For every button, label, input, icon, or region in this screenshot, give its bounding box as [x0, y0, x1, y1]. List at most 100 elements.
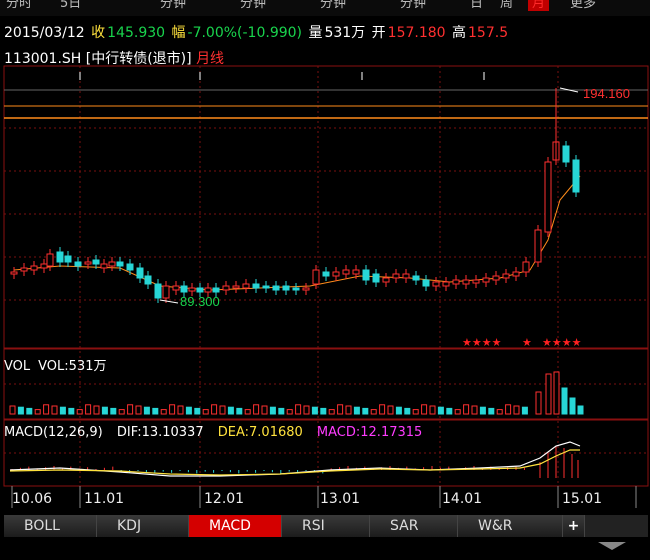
volume-bar: [101, 406, 108, 415]
volume-bar: [577, 405, 584, 415]
candle-body: [10, 271, 18, 275]
candle-body: [292, 287, 300, 291]
signal-stars-left: ★★★★: [462, 336, 502, 349]
volume-bar: [152, 407, 159, 415]
x-tick-label: 13.01: [320, 491, 361, 507]
price-average-lines: [13, 175, 581, 291]
candle-body: [372, 273, 380, 283]
candle-body: [180, 285, 188, 293]
volume-bar: [513, 405, 520, 415]
volume-bar: [412, 409, 419, 415]
candle-body: [20, 267, 28, 272]
tab-rsi[interactable]: RSI: [282, 515, 370, 537]
candle-body: [572, 159, 580, 193]
volume-bar: [337, 404, 344, 415]
volume-bar: [320, 407, 327, 415]
low-price-label: 89.300: [180, 294, 220, 309]
volume-bar: [110, 407, 117, 415]
chart-grid: [3, 65, 649, 508]
volume-bar: [454, 409, 461, 415]
volume-bar: [219, 405, 226, 415]
x-tick-label: 10.06: [12, 491, 53, 507]
volume-bar: [488, 407, 495, 415]
volume-bar: [553, 371, 560, 415]
volume-bar: [17, 406, 24, 415]
kline-chart[interactable]: 194.160 89.300 ★★★★ ★ ★★★★: [0, 0, 650, 560]
candle-body: [262, 285, 270, 289]
volume-bar: [261, 405, 268, 415]
candle-body: [136, 267, 144, 279]
volume-bar: [93, 405, 100, 415]
volume-bar: [328, 409, 335, 415]
volume-bar: [143, 406, 150, 415]
volume-bars: [9, 371, 584, 415]
volume-bar: [127, 404, 134, 415]
scroll-down-icon[interactable]: [598, 542, 626, 550]
volume-bar: [521, 406, 528, 415]
candle-body: [108, 261, 116, 267]
candle-body: [92, 259, 100, 265]
candle-body: [422, 279, 430, 287]
candle-body: [452, 279, 460, 285]
volume-bar: [387, 405, 394, 415]
tab-macd[interactable]: MACD: [189, 515, 282, 537]
volume-bar: [34, 409, 41, 415]
candle-body: [56, 251, 64, 263]
volume-bar: [51, 405, 58, 415]
dea-line: [9, 449, 580, 476]
tab-sar[interactable]: SAR: [370, 515, 458, 537]
candle-body: [352, 269, 360, 275]
candle-body: [402, 273, 410, 279]
candle-body: [272, 285, 280, 291]
volume-bar: [160, 409, 167, 415]
volume-bar: [118, 409, 125, 415]
macd-plot: [9, 441, 581, 478]
tab-boll[interactable]: BOLL: [4, 515, 97, 537]
dif-readout: DIF:13.10337: [116, 425, 204, 440]
candle-body: [302, 287, 310, 291]
high-price-label: 194.160: [583, 86, 630, 101]
macd-title: MACD(12,26,9): [4, 425, 103, 440]
candle-body: [232, 285, 240, 289]
candle-body: [116, 261, 124, 267]
volume-bar: [177, 405, 184, 415]
macd-readout: MACD:12.17315: [316, 425, 423, 440]
candle-body: [482, 277, 490, 283]
candle-body: [64, 255, 72, 263]
volume-bar: [135, 405, 142, 415]
x-tick-label: 12.01: [204, 491, 245, 507]
volume-bar: [437, 406, 444, 415]
volume-bar: [286, 409, 293, 415]
volume-bar: [362, 407, 369, 415]
candle-body: [382, 277, 390, 283]
candle-body: [412, 275, 420, 281]
volume-bar: [545, 373, 552, 415]
volume-bar: [269, 406, 276, 415]
candle-body: [342, 269, 350, 275]
candle-body: [512, 271, 520, 277]
candle-body: [312, 269, 320, 285]
volume-bar: [311, 406, 318, 415]
chart-annotations: 194.160 89.300 ★★★★ ★ ★★★★: [159, 86, 630, 349]
volume-bar: [471, 405, 478, 415]
tab-wr[interactable]: W&R: [458, 515, 563, 537]
volume-bar: [295, 404, 302, 415]
volume-bar: [421, 404, 428, 415]
candle-body: [188, 287, 196, 292]
candle-body: [172, 285, 180, 291]
volume-bar: [505, 404, 512, 415]
tab-kdj[interactable]: KDJ: [97, 515, 189, 537]
candle-body: [432, 281, 440, 287]
volume-bar: [211, 404, 218, 415]
indicator-tabs: BOLL KDJ MACD RSI SAR W&R +: [4, 515, 648, 537]
volume-readout: VOL:531万: [38, 359, 107, 374]
add-tab-button[interactable]: +: [563, 515, 585, 537]
candle-body: [204, 287, 212, 293]
volume-bar: [479, 406, 486, 415]
candle-body: [332, 271, 340, 277]
dea-readout: DEA:7.01680: [217, 425, 303, 440]
candle-body: [492, 275, 500, 281]
candle-body: [282, 285, 290, 291]
volume-bar: [345, 405, 352, 415]
volume-bar: [43, 404, 50, 415]
